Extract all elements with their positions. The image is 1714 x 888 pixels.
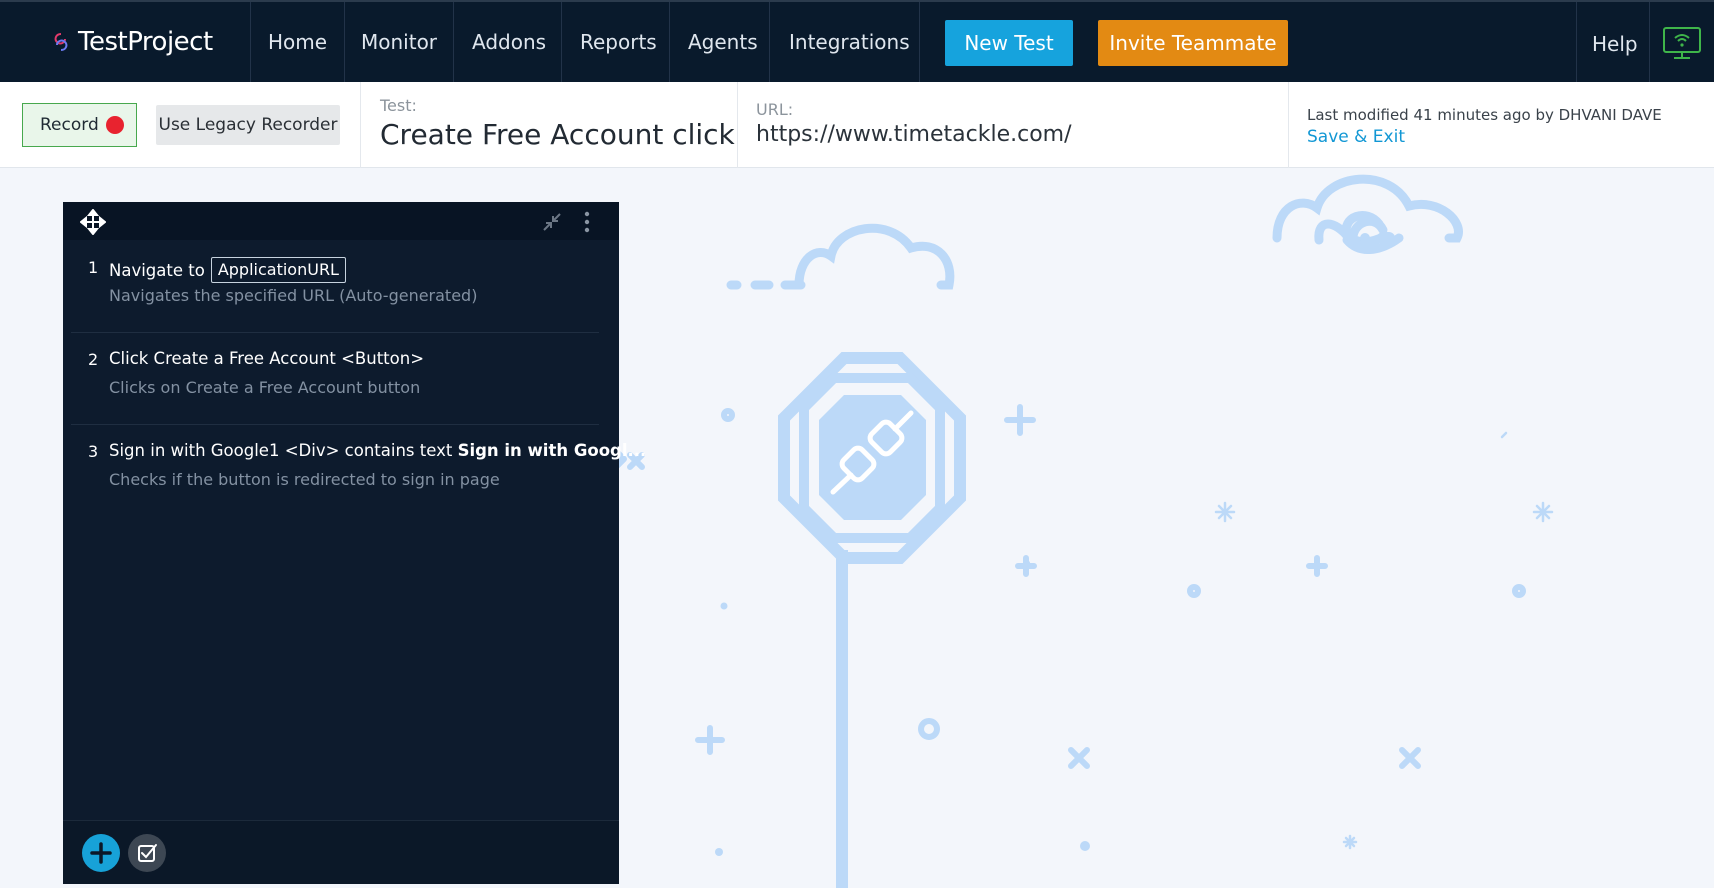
nav-divider — [344, 2, 345, 82]
record-button[interactable]: Record — [22, 103, 137, 147]
step-description: Navigates the specified URL (Auto-genera… — [109, 286, 478, 305]
nav-agents[interactable]: Agents — [688, 2, 758, 82]
plus-icon — [90, 842, 112, 864]
url-value[interactable]: https://www.timetackle.com/ — [756, 122, 1072, 147]
testproject-logo[interactable]: TestProject — [50, 2, 213, 82]
toolbar-divider — [360, 82, 361, 168]
add-step-button[interactable] — [82, 834, 120, 872]
step-title-text: Sign in with Google1 <Div> contains text — [109, 441, 453, 460]
step-divider — [71, 424, 599, 425]
test-toolbar: Record Use Legacy Recorder Test: Create … — [0, 82, 1714, 168]
nav-divider — [453, 2, 454, 82]
step-number: 1 — [88, 258, 99, 277]
toolbar-divider — [737, 82, 738, 168]
step-divider — [71, 332, 599, 333]
toolbar-divider — [1288, 82, 1289, 168]
collapse-icon[interactable] — [541, 211, 563, 233]
nav-divider — [1576, 2, 1577, 82]
nav-addons[interactable]: Addons — [472, 2, 546, 82]
url-label: URL: — [756, 100, 794, 119]
nav-integrations[interactable]: Integrations — [789, 2, 910, 82]
step-number: 2 — [88, 350, 99, 369]
nav-divider — [561, 2, 562, 82]
nav-divider — [769, 2, 770, 82]
step-title: Sign in with Google1 <Div> contains text… — [109, 441, 646, 460]
nav-divider — [919, 2, 920, 82]
logo-text: TestProject — [78, 27, 213, 57]
step-title-text: Navigate to — [109, 260, 205, 280]
nav-home[interactable]: Home — [268, 2, 327, 82]
nav-divider — [250, 2, 251, 82]
checkbox-icon — [138, 844, 157, 862]
nav-divider — [1649, 2, 1650, 82]
move-icon[interactable] — [80, 209, 106, 235]
disconnected-illustration — [619, 174, 1554, 888]
step-title-bold-text: Sign in with Googl... — [457, 441, 647, 460]
step-title-text: Click Create a Free Account <Button> — [109, 349, 425, 368]
test-name[interactable]: Create Free Account click — [380, 118, 735, 151]
more-options-icon[interactable] — [583, 210, 591, 234]
step-title: Click Create a Free Account <Button> — [109, 349, 424, 368]
step-title: Navigate to ApplicationURL — [109, 257, 346, 283]
use-legacy-recorder-button[interactable]: Use Legacy Recorder — [156, 105, 340, 145]
nav-monitor[interactable]: Monitor — [361, 2, 437, 82]
test-step[interactable]: 3 Sign in with Google1 <Div> contains te… — [71, 428, 646, 518]
test-label: Test: — [380, 96, 417, 115]
record-dot-icon — [106, 116, 124, 134]
nav-reports[interactable]: Reports — [580, 2, 657, 82]
panel-footer — [63, 820, 619, 884]
parameter-chip[interactable]: ApplicationURL — [210, 257, 346, 283]
monitor-wifi-icon[interactable] — [1662, 26, 1702, 60]
testproject-logo-icon — [54, 33, 68, 51]
test-step[interactable]: 2 Click Create a Free Account <Button> C… — [71, 336, 599, 426]
record-label: Record — [40, 115, 99, 135]
step-description: Checks if the button is redirected to si… — [109, 470, 500, 489]
test-steps-panel: 1 Navigate to ApplicationURL Navigates t… — [63, 202, 646, 884]
help-link[interactable]: Help — [1592, 2, 1638, 86]
save-exit-link[interactable]: Save & Exit — [1307, 127, 1405, 147]
test-step[interactable]: 1 Navigate to ApplicationURL Navigates t… — [71, 244, 599, 334]
nav-divider — [669, 2, 670, 82]
last-modified-text: Last modified 41 minutes ago by DHVANI D… — [1307, 106, 1662, 124]
validation-step-button[interactable] — [128, 834, 166, 872]
top-navigation: TestProject Home Monitor Addons Reports … — [0, 0, 1714, 82]
panel-header — [63, 202, 619, 240]
invite-teammate-button[interactable]: Invite Teammate — [1098, 20, 1288, 66]
new-test-button[interactable]: New Test — [945, 20, 1073, 66]
step-description: Clicks on Create a Free Account button — [109, 378, 421, 397]
step-number: 3 — [88, 442, 99, 461]
